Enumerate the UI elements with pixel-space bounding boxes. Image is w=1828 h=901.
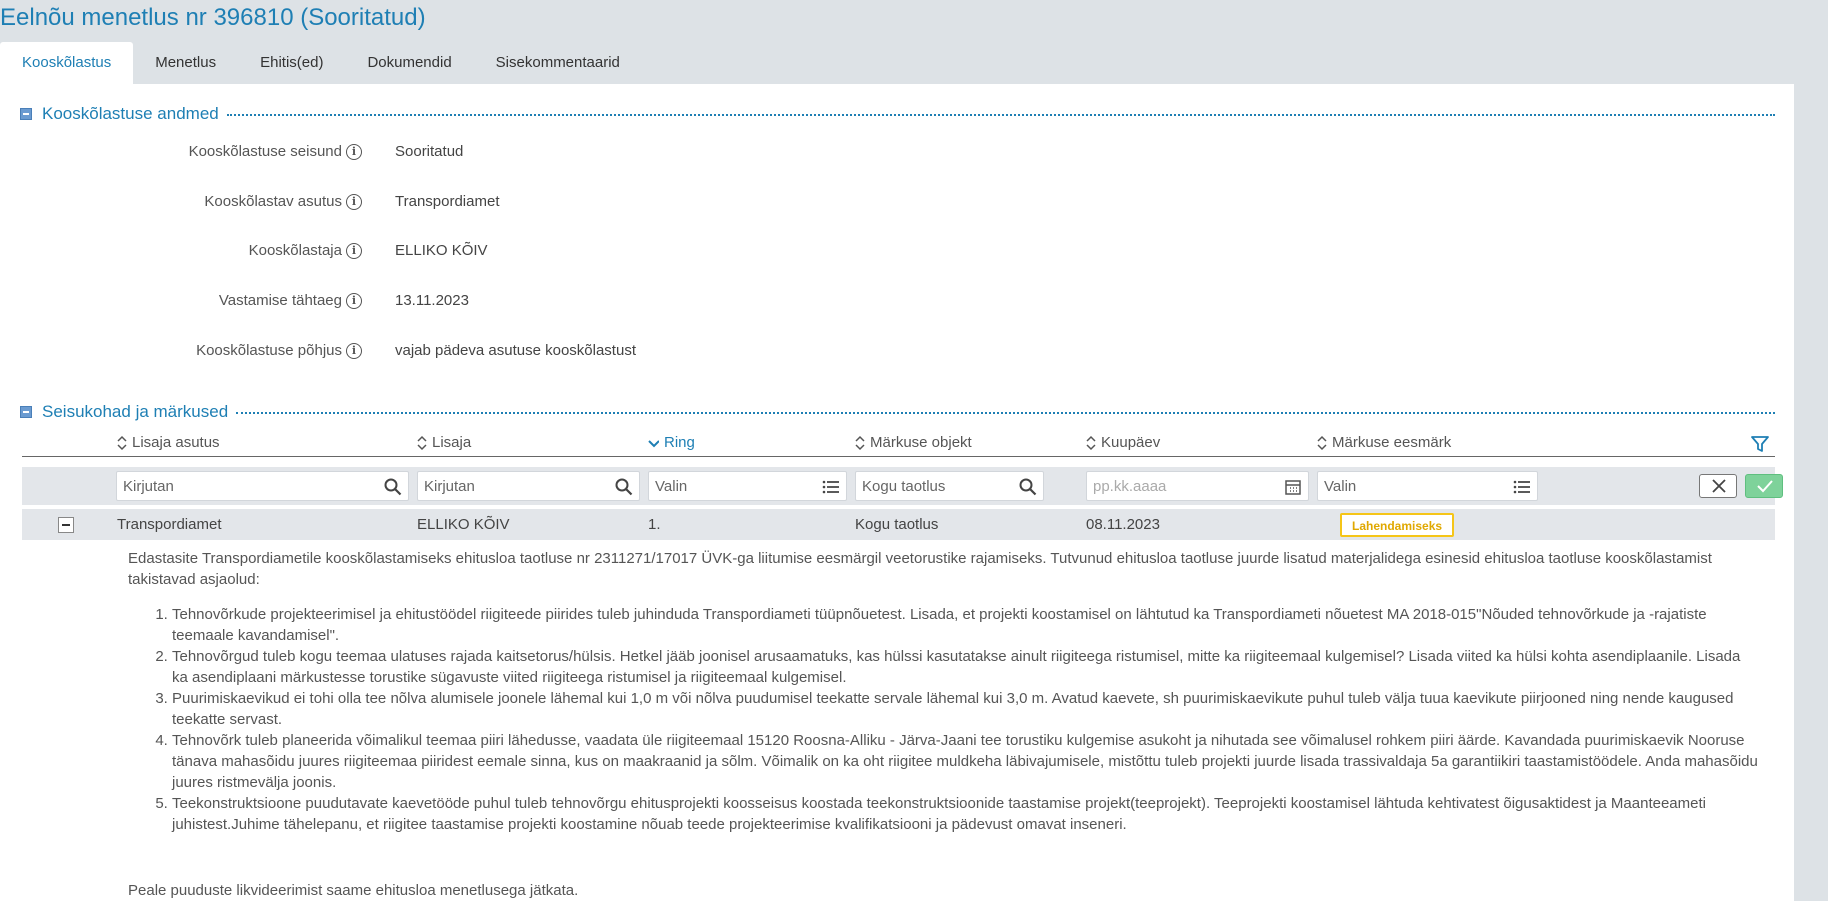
info-icon[interactable]: i — [346, 293, 362, 309]
filter-kuupaev-input[interactable]: pp.kk.aaaa — [1086, 471, 1309, 501]
filter-value: Valin — [1324, 478, 1357, 495]
cell-kuupaev: 08.11.2023 — [1086, 516, 1160, 533]
page-title: Eelnõu menetlus nr 396810 (Sooritatud) — [0, 4, 426, 31]
field-row-pohjus: Kooskõlastuse põhjus i vajab pädeva asut… — [0, 342, 1000, 366]
filter-placeholder: pp.kk.aaaa — [1093, 478, 1167, 495]
column-header-lisaja[interactable]: Lisaja — [417, 434, 471, 451]
field-value: Sooritatud — [395, 143, 464, 160]
cell-lisaja: ELLIKO KÕIV — [417, 516, 510, 533]
info-icon[interactable]: i — [346, 144, 362, 160]
field-value: ELLIKO KÕIV — [395, 242, 488, 259]
column-header-ring[interactable]: Ring — [647, 434, 695, 451]
field-label: Kooskõlastav asutus — [204, 193, 342, 210]
filter-value: Kogu taotlus — [862, 478, 946, 495]
filter-lisaja-asutus-input[interactable]: Kirjutan — [116, 471, 409, 501]
status-badge: Lahendamiseks — [1340, 513, 1455, 537]
field-row-tahtaeg: Vastamise tähtaeg i 13.11.2023 — [0, 292, 1000, 316]
section-divider — [226, 114, 1775, 116]
filter-bar: Kirjutan Kirjutan Valin Kogu taotlus pp.… — [22, 467, 1783, 505]
field-value: vajab pädeva asutuse kooskõlastust — [395, 342, 636, 359]
filter-markuse-objekt-input[interactable]: Kogu taotlus — [855, 471, 1044, 501]
column-header-kuupaev[interactable]: Kuupäev — [1086, 434, 1160, 451]
column-label: Lisaja asutus — [132, 434, 220, 451]
list-item: Tehnovõrkude projekteerimisel ja ehitust… — [172, 604, 1758, 646]
clear-filters-button[interactable] — [1699, 474, 1737, 498]
field-row-asutus: Kooskõlastav asutus i Transpordiamet — [0, 193, 1000, 217]
filter-lisaja-input[interactable]: Kirjutan — [417, 471, 640, 501]
tab-bar: Kooskõlastus Menetlus Ehitis(ed) Dokumen… — [0, 42, 642, 84]
field-label: Kooskõlastuse põhjus — [196, 342, 342, 359]
sort-icon — [117, 435, 127, 450]
info-icon[interactable]: i — [346, 243, 362, 259]
details-section-title: Kooskõlastuse andmed — [42, 104, 219, 123]
apply-filters-button[interactable] — [1745, 474, 1783, 498]
column-label: Märkuse objekt — [870, 434, 972, 451]
check-icon — [1757, 480, 1773, 493]
tab-sisekommentaarid[interactable]: Sisekommentaarid — [474, 42, 642, 84]
sort-icon — [417, 435, 427, 450]
column-label: Märkuse eesmärk — [1332, 434, 1452, 451]
list-item: Puurimiskaevikud ei tohi olla tee nõlva … — [172, 688, 1758, 730]
table-row[interactable]: Transpordiamet ELLIKO KÕIV 1. Kogu taotl… — [22, 509, 1775, 540]
collapse-row-button[interactable] — [58, 517, 74, 533]
sort-icon — [1086, 435, 1096, 450]
list-item: Tehnovõrk tuleb planeerida võimalikul te… — [172, 730, 1758, 793]
search-icon[interactable] — [615, 478, 633, 496]
field-row-seisund: Kooskõlastuse seisund i Sooritatud — [0, 143, 1000, 167]
tab-ehitised[interactable]: Ehitis(ed) — [238, 42, 345, 84]
field-value: 13.11.2023 — [395, 292, 469, 309]
remark-text: Edastasite Transpordiametile kooskõlasta… — [128, 548, 1758, 835]
column-header-lisaja-asutus[interactable]: Lisaja asutus — [117, 434, 220, 451]
tab-kooskolastus[interactable]: Kooskõlastus — [0, 42, 134, 84]
column-label: Kuupäev — [1101, 434, 1161, 451]
list-icon[interactable] — [1513, 478, 1531, 496]
cell-lisaja-asutus: Transpordiamet — [117, 516, 222, 533]
column-header-markuse-eesmark[interactable]: Märkuse eesmärk — [1317, 434, 1451, 451]
column-label: Ring — [664, 434, 695, 451]
info-icon[interactable]: i — [346, 194, 362, 210]
section-divider — [236, 412, 1775, 414]
header-divider — [22, 456, 1775, 457]
filter-ring-select[interactable]: Valin — [648, 471, 847, 501]
cell-markuse-objekt: Kogu taotlus — [855, 516, 939, 533]
field-row-kooskolastaja: Kooskõlastaja i ELLIKO KÕIV — [0, 242, 1000, 266]
collapse-details-button[interactable] — [20, 108, 32, 120]
remarks-section-header: Seisukohad ja märkused — [20, 402, 1775, 422]
filter-markuse-eesmark-select[interactable]: Valin — [1317, 471, 1538, 501]
field-label: Vastamise tähtaeg — [218, 292, 342, 309]
list-icon[interactable] — [822, 478, 840, 496]
list-item: Tehnovõrgud tuleb kogu teemaa ulatuses r… — [172, 646, 1758, 688]
field-label: Kooskõlastaja — [248, 242, 342, 259]
search-icon[interactable] — [1019, 478, 1037, 496]
sort-icon — [1317, 435, 1327, 450]
filter-value: Kirjutan — [123, 478, 174, 495]
cell-ring: 1. — [648, 516, 661, 533]
remark-closing: Peale puuduste likvideerimist saame ehit… — [128, 882, 579, 899]
field-value: Transpordiamet — [395, 193, 500, 210]
sort-icon — [855, 435, 865, 450]
tab-menetlus[interactable]: Menetlus — [133, 42, 238, 84]
filter-icon[interactable] — [1751, 435, 1769, 453]
remark-list: Tehnovõrkude projekteerimisel ja ehitust… — [128, 604, 1758, 835]
column-label: Lisaja — [432, 434, 472, 451]
filter-value: Kirjutan — [424, 478, 475, 495]
field-label: Kooskõlastuse seisund — [188, 143, 342, 160]
search-icon[interactable] — [384, 478, 402, 496]
close-icon — [1712, 479, 1726, 493]
calendar-icon[interactable] — [1284, 478, 1302, 496]
sort-desc-icon — [648, 439, 659, 447]
list-item: Teekonstruktsioone puudutavate kaevetööd… — [172, 793, 1758, 835]
filter-value: Valin — [655, 478, 688, 495]
remark-intro: Edastasite Transpordiametile kooskõlasta… — [128, 550, 1712, 588]
details-section-header: Kooskõlastuse andmed — [20, 104, 1775, 124]
remarks-section-title: Seisukohad ja märkused — [42, 402, 229, 421]
info-icon[interactable]: i — [346, 343, 362, 359]
collapse-remarks-button[interactable] — [20, 406, 32, 418]
column-header-markuse-objekt[interactable]: Märkuse objekt — [855, 434, 972, 451]
tab-dokumendid[interactable]: Dokumendid — [345, 42, 473, 84]
